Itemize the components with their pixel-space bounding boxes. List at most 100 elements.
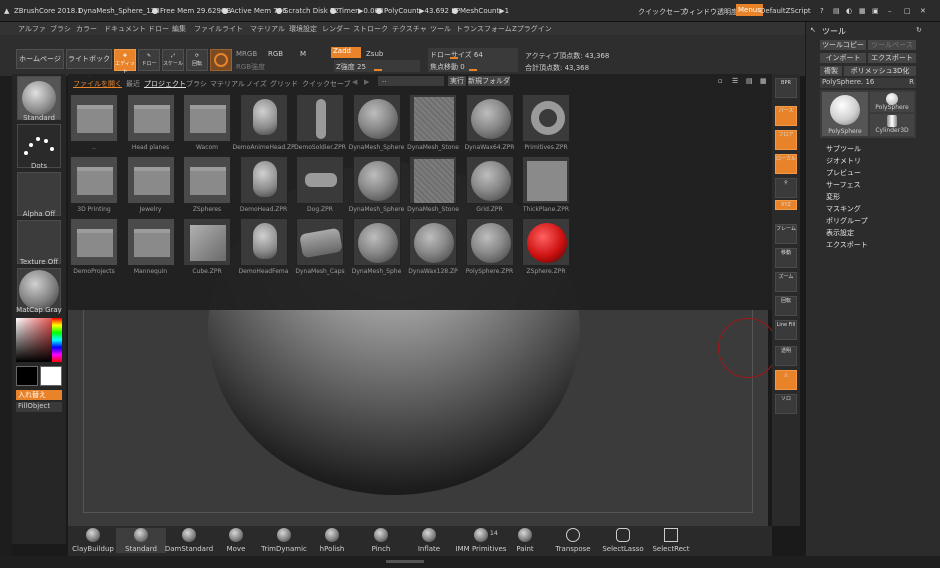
lightbox-item-mannequin[interactable]: [126, 218, 175, 266]
maximize-icon[interactable]: □: [904, 7, 911, 15]
edit-mode-button[interactable]: ✥ エディット: [114, 49, 136, 75]
detail-view-icon[interactable]: ▤: [746, 77, 753, 85]
lightbox-item-demoanimehead-zpr[interactable]: [239, 94, 288, 142]
section-export[interactable]: エクスポート: [826, 240, 868, 250]
lightbox-item-demosoldier-zpr[interactable]: [296, 94, 344, 142]
bottom-tray-handle[interactable]: [386, 560, 424, 563]
menu-material[interactable]: マテリアル: [250, 24, 285, 34]
palette-icon[interactable]: ▦: [859, 7, 866, 15]
minimize-icon[interactable]: –: [888, 7, 892, 15]
menu-zplugin[interactable]: Zプラグイン: [512, 24, 552, 34]
new-folder-button[interactable]: 新規フォルダ: [468, 76, 510, 86]
z-intensity-slider[interactable]: Z強度 25: [334, 60, 420, 72]
section-deformation[interactable]: 変形: [826, 192, 840, 202]
brush-pinch[interactable]: Pinch: [356, 528, 406, 553]
menu-color[interactable]: カラー: [76, 24, 97, 34]
brush-transpose[interactable]: Transpose: [548, 528, 598, 553]
current-tool-slider[interactable]: PolySphere. 16 R: [820, 78, 916, 88]
focal-shift-slider[interactable]: 焦点移動 0: [428, 60, 518, 72]
brush-inflate[interactable]: Inflate: [404, 528, 454, 553]
zsub-toggle[interactable]: Zsub: [366, 50, 383, 58]
menu-stroke[interactable]: ストローク: [353, 24, 388, 34]
brush-selectlasso[interactable]: SelectLasso: [598, 528, 648, 553]
section-preview[interactable]: プレビュー: [826, 168, 861, 178]
primary-color-swatch[interactable]: [16, 366, 38, 386]
draw-size-slider[interactable]: ドローサイズ 64: [428, 48, 518, 60]
section-geometry[interactable]: ジオメトリ: [826, 156, 861, 166]
scale-mode-button[interactable]: ⤢ スケール: [162, 49, 184, 71]
fill-object-button[interactable]: FillObject: [16, 402, 62, 412]
lightbox-item-primitives-zpr[interactable]: [522, 94, 570, 142]
brush-damstandard[interactable]: DamStandard: [164, 528, 214, 553]
lightbox-item-parent[interactable]: [70, 94, 118, 142]
cylinder3d-thumb[interactable]: Cylinder3D: [870, 114, 914, 136]
lightbox-item-dynamesh-sphere[interactable]: [352, 156, 401, 204]
brush-move[interactable]: Move: [211, 528, 261, 553]
swap-colors-button[interactable]: 入れ替え: [16, 390, 62, 400]
import-button[interactable]: インポート: [820, 53, 866, 63]
forward-arrow-icon[interactable]: ▶: [364, 78, 369, 86]
home-page-button[interactable]: ホームページ: [16, 49, 64, 69]
tab-recent[interactable]: 最近: [126, 79, 140, 89]
brush-standard[interactable]: Standard: [116, 528, 166, 553]
section-subtool[interactable]: サブツール: [826, 144, 861, 154]
z-intensity-handle[interactable]: [374, 69, 382, 71]
mrgb-toggle[interactable]: MRGB: [236, 50, 257, 58]
zadd-toggle[interactable]: Zadd: [331, 47, 361, 58]
menu-document[interactable]: ドキュメント: [104, 24, 146, 34]
menu-file[interactable]: ファイル: [194, 24, 222, 34]
menu-edit[interactable]: 編集: [172, 24, 186, 34]
tab-brush[interactable]: ブラシ: [186, 79, 207, 89]
lightbox-item-dynamesh-sphe[interactable]: [352, 218, 401, 266]
local-button[interactable]: ローカル: [775, 154, 797, 174]
duplicate-button[interactable]: 複製: [820, 66, 842, 76]
xyz-button[interactable]: XYZ: [775, 200, 797, 210]
tab-quicksave[interactable]: クイックセーブ: [302, 79, 351, 89]
draw-mode-button[interactable]: ✎ ドロー: [138, 49, 160, 71]
scheme-icon[interactable]: ◐: [846, 7, 852, 15]
default-zscript-button[interactable]: DefaultZScript: [760, 7, 811, 15]
section-polygroups[interactable]: ポリグループ: [826, 216, 868, 226]
lightbox-item-wacom[interactable]: [183, 94, 231, 142]
quicksave-button[interactable]: クイックセーブ: [638, 7, 687, 17]
rotate-view-button[interactable]: 回転: [775, 296, 797, 316]
menu-transform[interactable]: トランスフォーム: [456, 24, 512, 34]
menu-texture[interactable]: テクスチャ: [392, 24, 427, 34]
bpr-button[interactable]: BPR: [775, 78, 797, 98]
rgb-toggle[interactable]: RGB: [268, 50, 283, 58]
close-icon[interactable]: ✕: [920, 7, 926, 15]
solo-button[interactable]: ソロ: [775, 394, 797, 414]
make-polymesh-button[interactable]: ポリメッシュ3D化: [844, 66, 916, 76]
brush-selectrect[interactable]: SelectRect: [646, 528, 696, 553]
window-transparency-slider[interactable]: ウィンドウ透明度: [682, 7, 738, 17]
lightbox-item-jewelry[interactable]: [126, 156, 175, 204]
menu-alpha[interactable]: アルファ: [18, 24, 46, 34]
brush-hpolish[interactable]: hPolish: [307, 528, 357, 553]
menu-render[interactable]: レンダー: [322, 24, 350, 34]
lightbox-item-dog-zpr[interactable]: [296, 156, 344, 204]
section-masking[interactable]: マスキング: [826, 204, 861, 214]
lightbox-item-demoheadfema[interactable]: [239, 218, 288, 266]
tool-copy-button[interactable]: ツールコピー: [820, 40, 866, 50]
menus-toggle[interactable]: Menus: [736, 4, 763, 16]
lock-icon[interactable]: ▣: [872, 7, 879, 15]
lightbox-item-demoprojects[interactable]: [70, 218, 118, 266]
zoom-view-button[interactable]: ズーム: [775, 272, 797, 292]
lightbox-item-polysphere-zpr[interactable]: [465, 218, 514, 266]
export-button[interactable]: エクスポート: [868, 53, 916, 63]
refresh-icon[interactable]: ↻: [916, 26, 922, 34]
menu-light[interactable]: ライト: [222, 24, 243, 34]
layout-icon[interactable]: ▤: [833, 7, 840, 15]
rgb-intensity-slider[interactable]: RGB強度: [236, 62, 265, 72]
linefill-button[interactable]: Line Fill: [775, 320, 797, 340]
m-toggle[interactable]: M: [300, 50, 306, 58]
path-input[interactable]: ..: [378, 76, 444, 86]
lightbox-item-zspheres[interactable]: [183, 156, 231, 204]
run-button[interactable]: 実行: [448, 76, 466, 86]
menu-brush[interactable]: ブラシ: [50, 24, 71, 34]
lightbox-item-dynamesh-stone[interactable]: [409, 94, 457, 142]
r-button[interactable]: R: [909, 78, 914, 86]
brush-trimdynamic[interactable]: TrimDynamic: [259, 528, 309, 553]
grid-view-icon[interactable]: ▦: [760, 77, 767, 85]
menu-preferences[interactable]: 環境設定: [289, 24, 317, 34]
